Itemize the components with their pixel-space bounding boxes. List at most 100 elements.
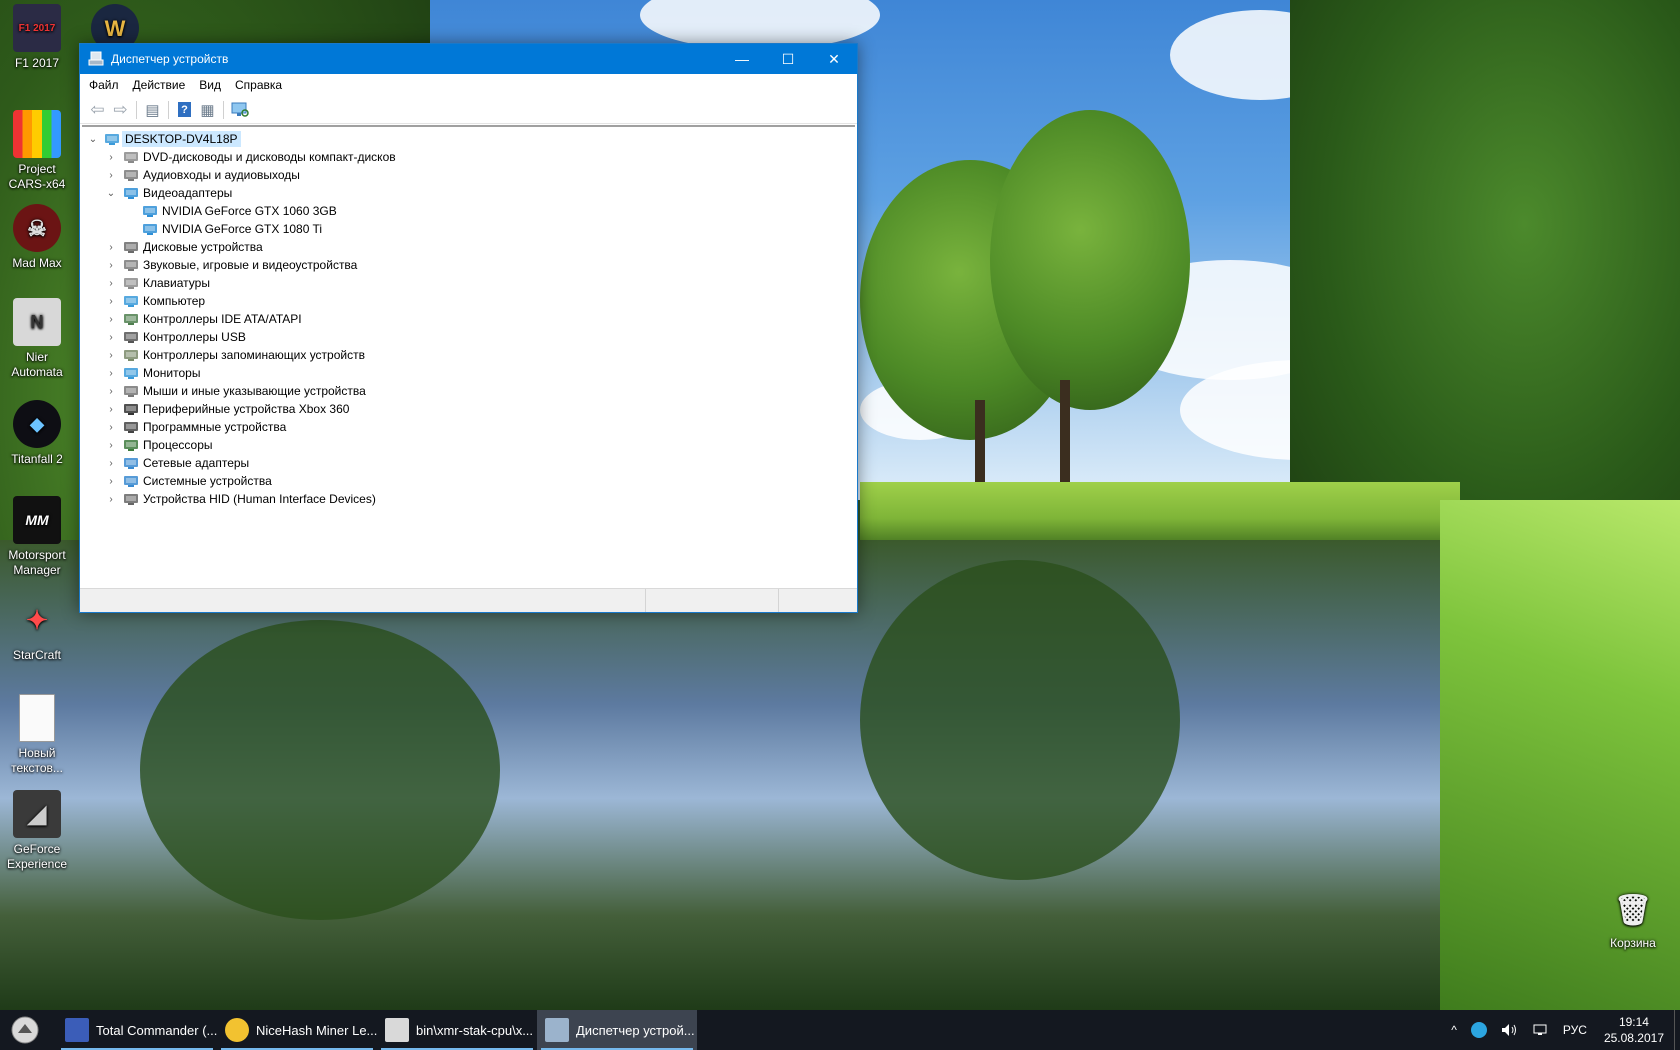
tree-category[interactable]: › Системные устройства	[82, 472, 855, 490]
chevron-right-icon[interactable]: ›	[105, 277, 117, 289]
tree-category-label: Аудиовходы и аудиовыходы	[143, 168, 300, 182]
show-hidden-icons-button[interactable]: ^	[1444, 1023, 1464, 1037]
desktop-icon-motorsport-manager[interactable]: MM Motorsport Manager	[0, 496, 74, 578]
chevron-right-icon[interactable]: ›	[105, 367, 117, 379]
desktop-icon-label: Корзина	[1610, 936, 1656, 950]
tree-category[interactable]: › Мыши и иные указывающие устройства	[82, 382, 855, 400]
status-bar	[80, 588, 857, 612]
desktop-icon-label: Nier Automata	[11, 350, 63, 379]
tree-category-label: Устройства HID (Human Interface Devices)	[143, 492, 376, 506]
tree-category[interactable]: › Клавиатуры	[82, 274, 855, 292]
tree-device[interactable]: NVIDIA GeForce GTX 1080 Ti	[82, 220, 855, 238]
desktop-icon-starcraft[interactable]: ✦ StarCraft	[0, 596, 74, 663]
wifi-button[interactable]	[1526, 1023, 1556, 1037]
chevron-down-icon[interactable]: ⌄	[105, 187, 117, 199]
tree-category[interactable]: › Контроллеры запоминающих устройств	[82, 346, 855, 364]
forward-button[interactable]: ⇨	[109, 99, 132, 121]
desktop-icon-titanfall[interactable]: ◆ Titanfall 2	[0, 400, 74, 467]
clock[interactable]: 19:14 25.08.2017	[1594, 1014, 1674, 1046]
tree-category[interactable]: › Аудиовходы и аудиовыходы	[82, 166, 855, 184]
taskbar-item-label: bin\xmr-stak-cpu\x...	[416, 1022, 534, 1038]
minimize-button[interactable]: —	[719, 44, 765, 74]
desktop-icon-f1-2017[interactable]: F1 2017 F1 2017	[0, 4, 74, 71]
chevron-right-icon[interactable]: ›	[105, 493, 117, 505]
tree-category[interactable]: › Периферийные устройства Xbox 360	[82, 400, 855, 418]
chevron-right-icon[interactable]: ›	[105, 169, 117, 181]
tree-category[interactable]: › Сетевые адаптеры	[82, 454, 855, 472]
tree-category-label: Мониторы	[143, 366, 201, 380]
close-button[interactable]: ✕	[811, 44, 857, 74]
tree-category[interactable]: › Процессоры	[82, 436, 855, 454]
taskbar-item-label: Total Commander (...	[96, 1022, 217, 1038]
toolbar-separator	[223, 100, 224, 119]
chevron-right-icon[interactable]: ›	[105, 349, 117, 361]
device-tree[interactable]: ⌄ DESKTOP-DV4L18P › DVD-дисководы и дисково…	[82, 125, 855, 587]
chevron-right-icon[interactable]: ›	[105, 241, 117, 253]
taskbar-item[interactable]: bin\xmr-stak-cpu\x...	[377, 1010, 537, 1050]
tree-category[interactable]: › DVD-дисководы и дисководы компакт-диско…	[82, 148, 855, 166]
show-desktop-button[interactable]	[1674, 1010, 1680, 1050]
title-bar[interactable]: Диспетчер устройств — ☐ ✕	[80, 44, 857, 74]
usb-icon	[123, 330, 139, 344]
properties-icon: ▦	[200, 101, 215, 119]
chevron-right-icon[interactable]: ›	[105, 421, 117, 433]
desktop-icon-label: Motorsport Manager	[8, 548, 66, 577]
back-button[interactable]: ⇦	[86, 99, 109, 121]
desktop-icon-recycle-bin[interactable]: 🗑 Корзина	[1596, 888, 1670, 951]
desktop-icon-project-cars[interactable]: Project CARS-x64	[0, 110, 74, 192]
menu-file[interactable]: Файл	[82, 78, 126, 92]
system-device-icon	[123, 474, 139, 488]
chevron-right-icon[interactable]: ›	[105, 457, 117, 469]
tree-category[interactable]: › Контроллеры USB	[82, 328, 855, 346]
language-indicator[interactable]: РУС	[1556, 1023, 1594, 1037]
speaker-icon	[123, 258, 139, 272]
chevron-right-icon[interactable]: ›	[105, 313, 117, 325]
tree-category[interactable]: › Контроллеры IDE ATA/ATAPI	[82, 310, 855, 328]
telegram-tray-button[interactable]	[1464, 1022, 1494, 1038]
desktop-icon-geforce-experience[interactable]: ◢ GeForce Experience	[0, 790, 74, 872]
start-button[interactable]	[0, 1010, 50, 1050]
taskbar-item[interactable]: Total Commander (...	[57, 1010, 217, 1050]
tree-category[interactable]: › Компьютер	[82, 292, 855, 310]
chevron-right-icon[interactable]: ›	[105, 475, 117, 487]
menu-action[interactable]: Действие	[126, 78, 193, 92]
taskbar-item[interactable]: Диспетчер устрой...	[537, 1010, 697, 1050]
tree-category[interactable]: › Звуковые, игровые и видеоустройства	[82, 256, 855, 274]
menu-help[interactable]: Справка	[228, 78, 289, 92]
desktop-icon-mad-max[interactable]: ☠ Mad Max	[0, 204, 74, 271]
tree-root-computer[interactable]: ⌄ DESKTOP-DV4L18P	[82, 130, 855, 148]
tree-category-label: Программные устройства	[143, 420, 287, 434]
chevron-right-icon[interactable]: ›	[105, 403, 117, 415]
desktop-icon-nier[interactable]: N Nier Automata	[0, 298, 74, 380]
tree-device[interactable]: NVIDIA GeForce GTX 1060 3GB	[82, 202, 855, 220]
properties-button[interactable]: ▦	[196, 99, 219, 121]
chevron-right-icon[interactable]: ›	[105, 295, 117, 307]
monitor-icon	[123, 366, 139, 380]
chevron-right-icon[interactable]: ›	[105, 259, 117, 271]
scan-hardware-button[interactable]	[228, 99, 251, 121]
menu-view[interactable]: Вид	[192, 78, 228, 92]
maximize-button[interactable]: ☐	[765, 44, 811, 74]
tree-category[interactable]: › Устройства HID (Human Interface Devices…	[82, 490, 855, 508]
tree-root-label: DESKTOP-DV4L18P	[122, 131, 241, 147]
tree-category[interactable]: › Мониторы	[82, 364, 855, 382]
tree-category[interactable]: ⌄ Видеоадаптеры	[82, 184, 855, 202]
volume-button[interactable]	[1494, 1023, 1526, 1037]
desktop-icon-new-text-document[interactable]: Новый текстов...	[0, 694, 74, 776]
chevron-right-icon[interactable]: ›	[105, 331, 117, 343]
tree-category[interactable]: › Дисковые устройства	[82, 238, 855, 256]
chevron-right-icon[interactable]: ›	[105, 385, 117, 397]
device-manager-window[interactable]: Диспетчер устройств — ☐ ✕ Файл Действие …	[79, 43, 858, 613]
help-button[interactable]: ?	[173, 99, 196, 121]
chevron-right-icon[interactable]: ›	[105, 439, 117, 451]
toolbar: ⇦ ⇨ ▤ ? ▦	[80, 96, 857, 124]
chevron-right-icon[interactable]: ›	[105, 151, 117, 163]
network-icon	[1533, 1024, 1547, 1035]
dvd-drive-icon	[123, 150, 139, 164]
telegram-icon	[1470, 1022, 1487, 1038]
language-label: РУС	[1562, 1023, 1587, 1037]
taskbar-item[interactable]: NiceHash Miner Le...	[217, 1010, 377, 1050]
tree-category[interactable]: › Программные устройства	[82, 418, 855, 436]
chevron-down-icon[interactable]: ⌄	[87, 133, 99, 145]
show-hide-tree-button[interactable]: ▤	[141, 99, 164, 121]
